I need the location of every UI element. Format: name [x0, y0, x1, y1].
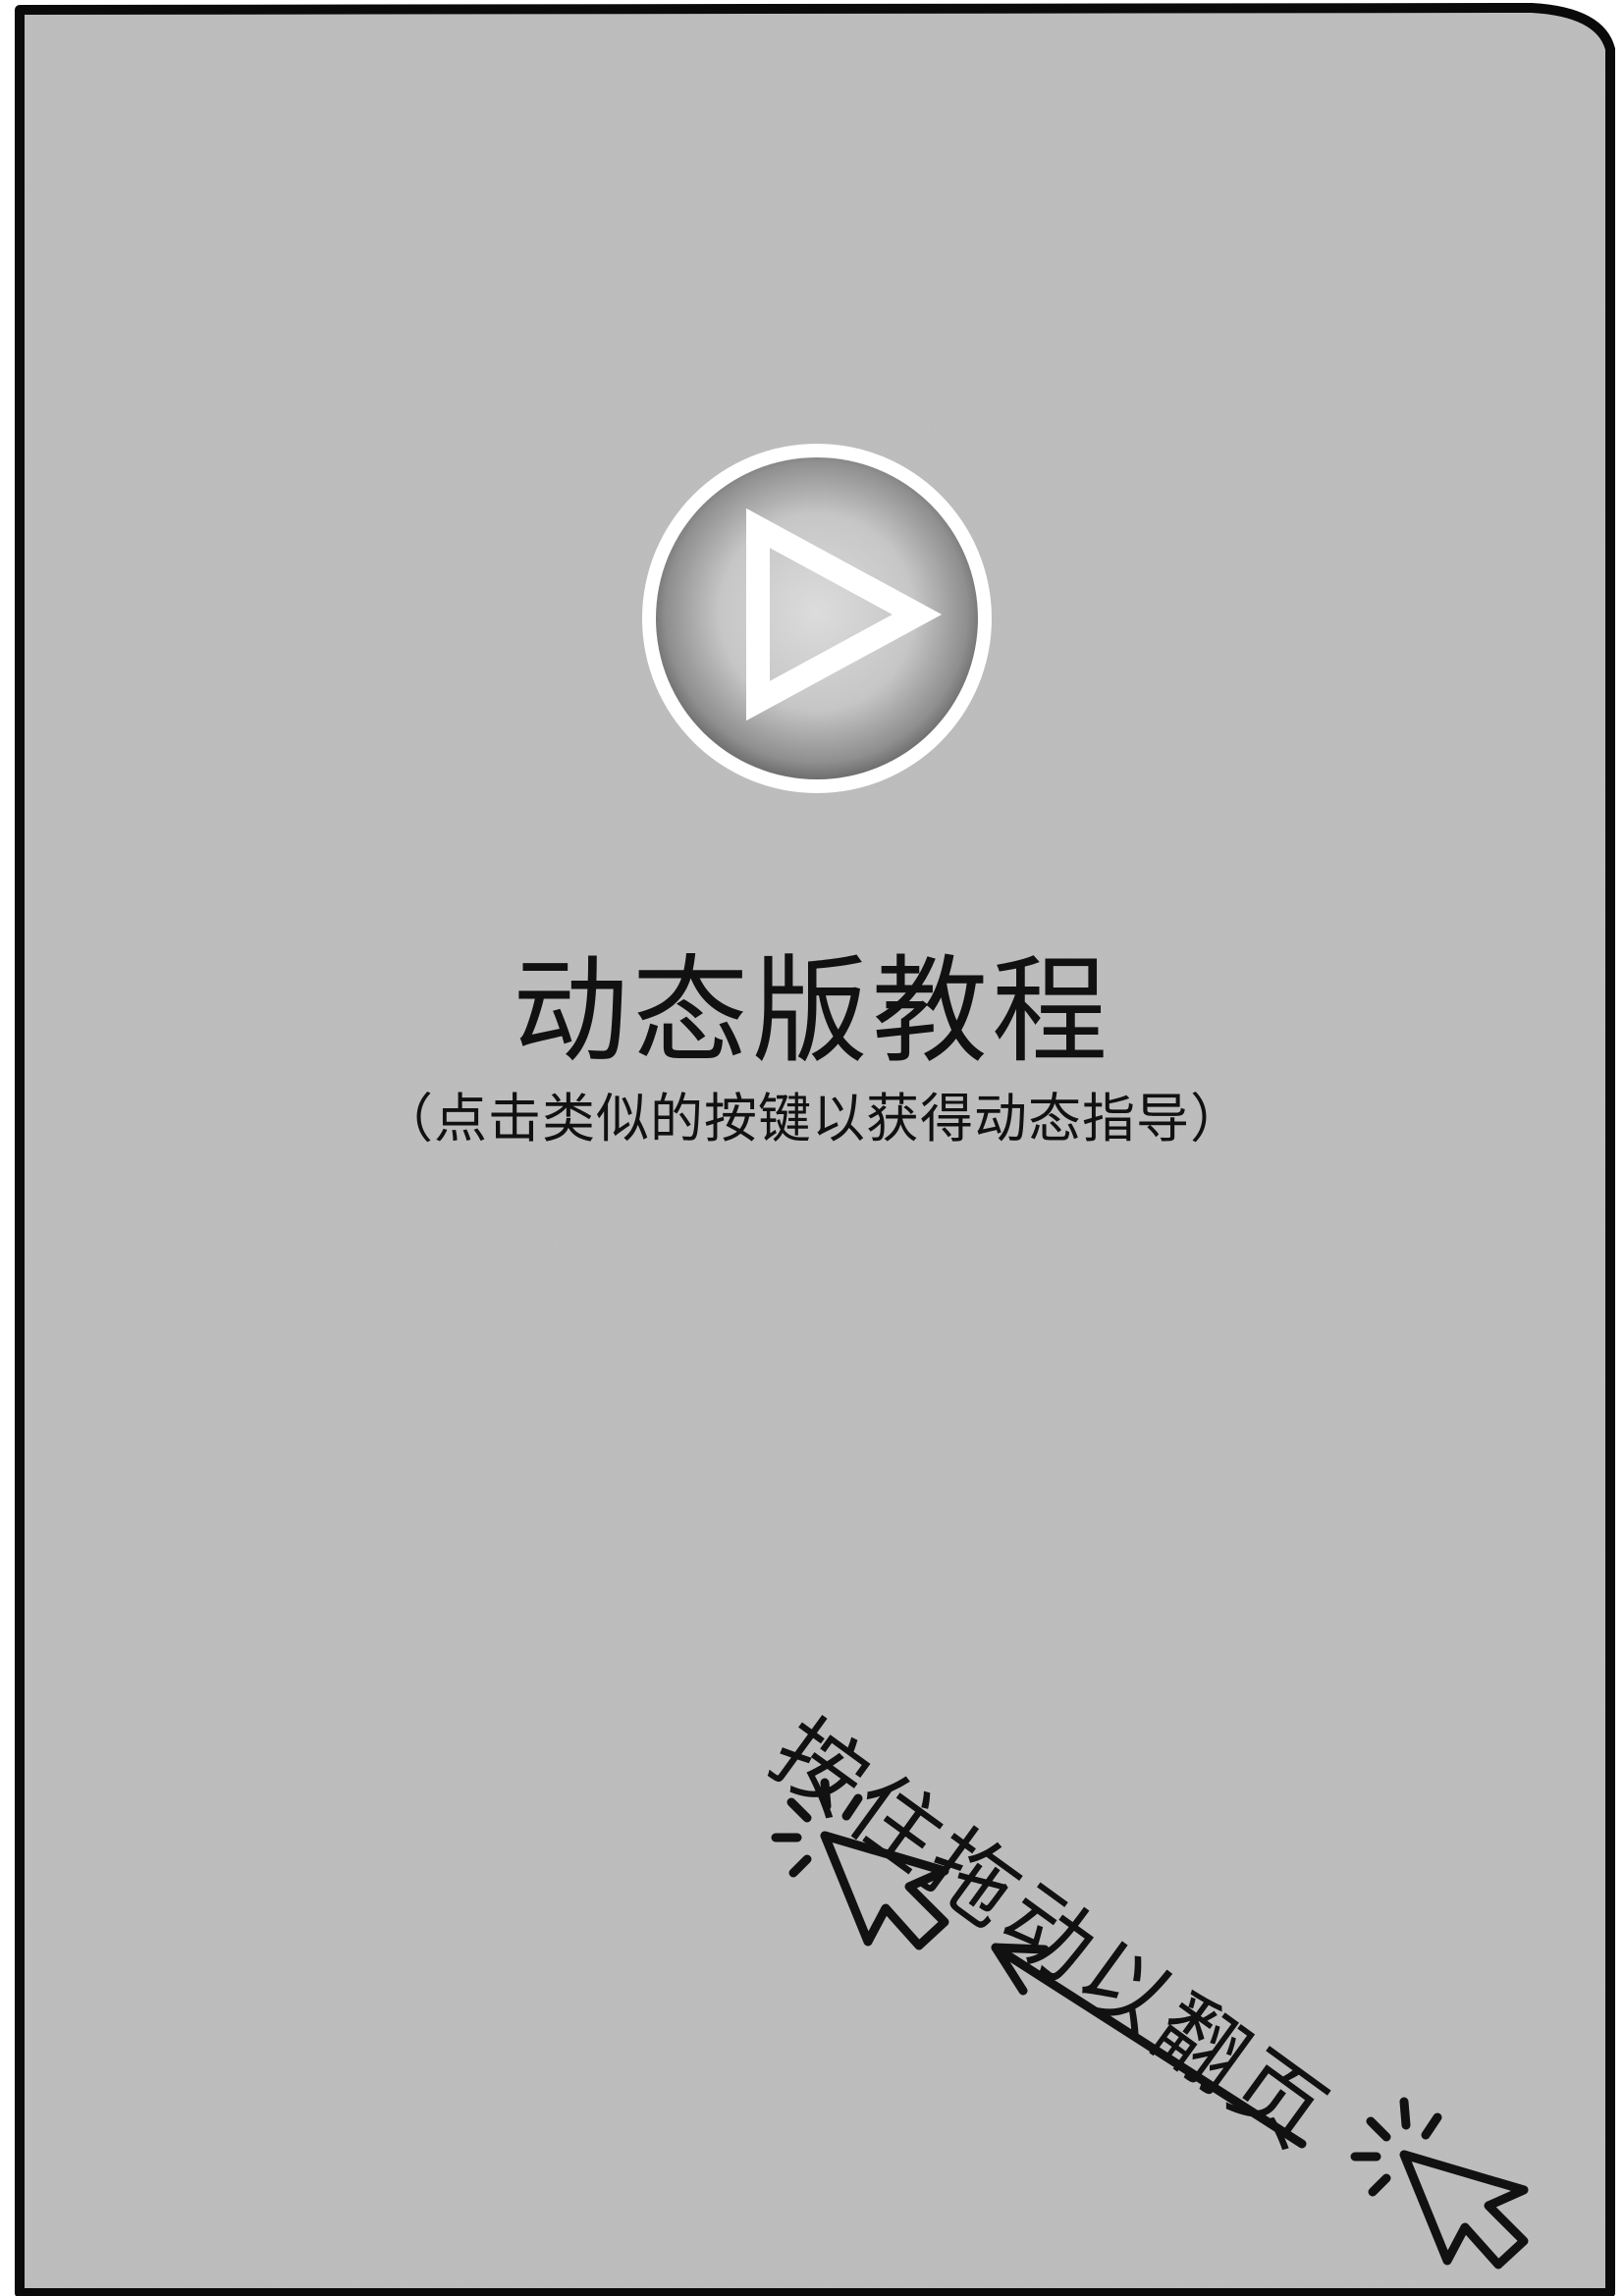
- play-icon: [642, 444, 992, 793]
- arrow-icon: [991, 1943, 1307, 2149]
- drag-hint-graphic: [771, 1778, 1529, 2269]
- tutorial-page: 动态版教程 （点击类似的按键以获得动态指导） 按住拖动以翻页: [0, 0, 1624, 2296]
- cursor-click-icon-end: [1350, 2097, 1529, 2269]
- play-button[interactable]: [636, 438, 998, 799]
- page-title: 动态版教程: [512, 943, 1111, 1079]
- cursor-click-icon-start: [771, 1778, 949, 1950]
- page-subtitle: （点击类似的按键以获得动态指导）: [380, 1088, 1244, 1149]
